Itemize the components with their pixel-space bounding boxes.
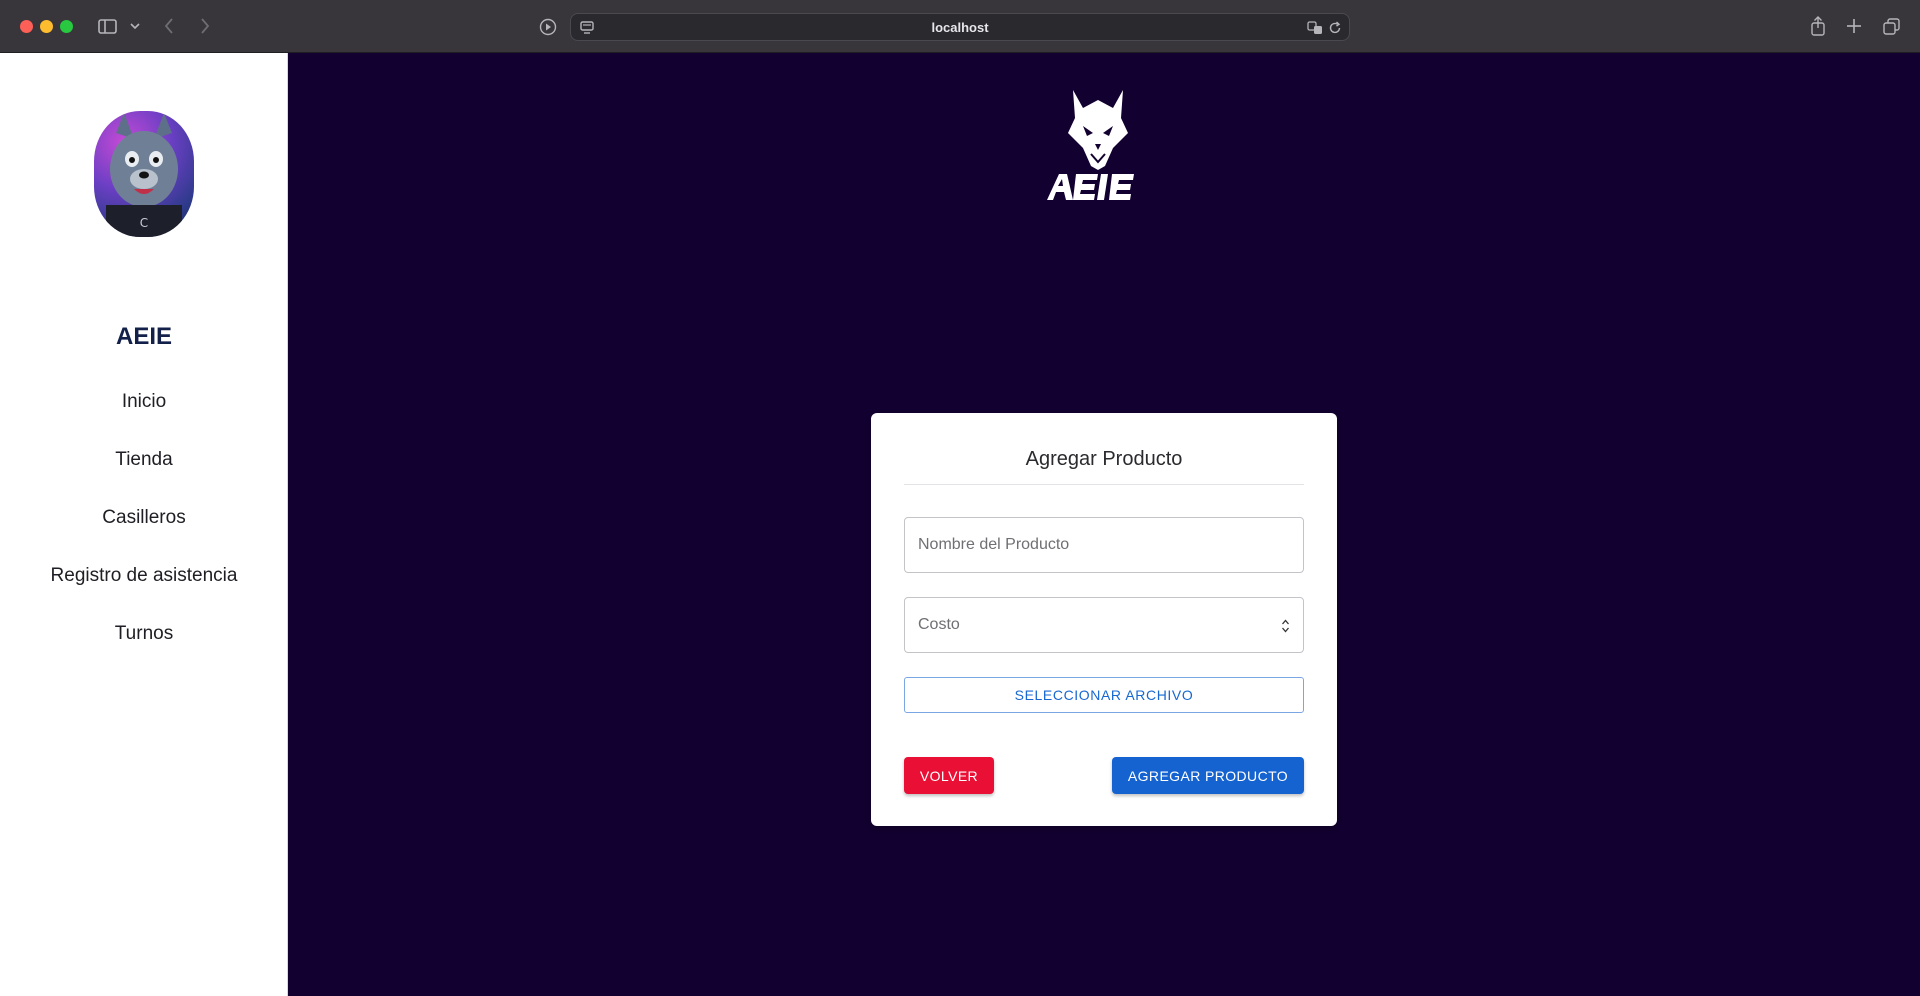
tab-overview-icon[interactable] bbox=[1881, 16, 1901, 36]
number-spinner-icon[interactable] bbox=[1279, 616, 1291, 636]
sidebar-item-casilleros[interactable]: Casilleros bbox=[0, 489, 288, 547]
sidebar-item-inicio[interactable]: Inicio bbox=[0, 373, 288, 431]
sidebar-toggle-icon[interactable] bbox=[97, 17, 117, 35]
share-icon[interactable] bbox=[1808, 15, 1828, 37]
card-title: Agregar Producto bbox=[1025, 448, 1183, 470]
url-text[interactable]: localhost bbox=[571, 14, 1349, 40]
address-bar[interactable]: localhost bbox=[570, 13, 1350, 41]
window-close-button[interactable] bbox=[20, 20, 33, 33]
window-maximize-button[interactable] bbox=[60, 20, 73, 33]
sidebar-item-tienda[interactable]: Tienda bbox=[0, 431, 288, 489]
svg-text:C: C bbox=[140, 216, 148, 230]
back-button[interactable]: VOLVER bbox=[904, 757, 994, 794]
brand-title: AEIE bbox=[115, 323, 172, 350]
sidebar-nav: Inicio Tienda Casilleros Registro de asi… bbox=[0, 373, 288, 663]
back-arrow-icon[interactable] bbox=[160, 16, 178, 36]
window-minimize-button[interactable] bbox=[40, 20, 53, 33]
play-icon[interactable] bbox=[538, 17, 558, 37]
select-file-button[interactable]: SELECCIONAR ARCHIVO bbox=[904, 677, 1304, 713]
add-product-button[interactable]: AGREGAR PRODUCTO bbox=[1112, 757, 1304, 794]
sidebar-item-turnos[interactable]: Turnos bbox=[0, 605, 288, 663]
sidebar: C AEIE Inicio Tienda Casilleros Registro… bbox=[0, 53, 288, 996]
cost-input[interactable] bbox=[905, 598, 1303, 652]
aeie-wolf-logo bbox=[1043, 78, 1153, 203]
chevron-down-icon[interactable] bbox=[128, 20, 142, 32]
plus-icon[interactable] bbox=[1844, 16, 1864, 36]
browser-toolbar: localhost bbox=[0, 0, 1920, 53]
avatar: C bbox=[94, 111, 194, 237]
translate-icon[interactable] bbox=[1306, 19, 1324, 37]
forward-arrow-icon[interactable] bbox=[196, 16, 214, 36]
product-name-field[interactable] bbox=[904, 517, 1304, 573]
main-content: Agregar Producto SELECCIONAR ARCHIVO VOL… bbox=[288, 53, 1920, 996]
reload-icon[interactable] bbox=[1326, 19, 1344, 37]
product-name-input[interactable] bbox=[905, 518, 1303, 572]
cost-field[interactable] bbox=[904, 597, 1304, 653]
add-product-card: Agregar Producto SELECCIONAR ARCHIVO VOL… bbox=[871, 413, 1337, 826]
divider bbox=[904, 484, 1304, 485]
sidebar-item-registro-de-asistencia[interactable]: Registro de asistencia bbox=[0, 547, 288, 605]
